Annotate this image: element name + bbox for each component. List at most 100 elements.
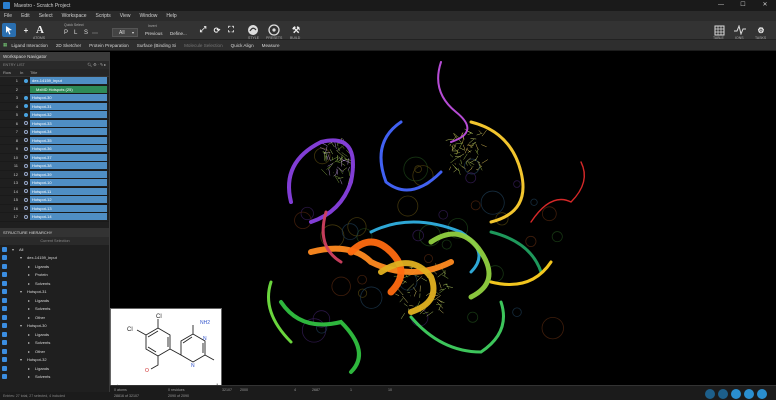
menu-edit[interactable]: Edit: [21, 13, 30, 19]
chevron-right-icon[interactable]: ▸: [28, 315, 30, 320]
menu-view[interactable]: View: [120, 13, 131, 19]
entry-title[interactable]: Hotspot-34: [30, 128, 107, 136]
visibility-checkbox[interactable]: [2, 306, 7, 312]
entry-title[interactable]: Hotspot-33: [30, 119, 107, 127]
presets-icon[interactable]: [267, 23, 281, 37]
entry-row[interactable]: 15 Hotspot-12: [0, 196, 109, 205]
hierarchy-row[interactable]: ▸ Other: [0, 347, 109, 356]
menu-file[interactable]: File: [4, 13, 12, 19]
include-toggle-icon[interactable]: [22, 87, 30, 92]
visibility-checkbox[interactable]: [2, 340, 7, 346]
hierarchy-row[interactable]: ▸ Solvents: [0, 373, 109, 382]
view-mode-icon[interactable]: [705, 389, 715, 399]
quick-select-p[interactable]: P: [64, 30, 68, 36]
include-toggle-icon[interactable]: [22, 214, 30, 219]
chevron-down-icon[interactable]: ▾: [20, 357, 22, 362]
previous-button[interactable]: Previous: [145, 31, 163, 36]
entry-title[interactable]: Hotspot-35: [30, 136, 107, 144]
fav-measure[interactable]: Measure: [262, 43, 280, 48]
entry-row[interactable]: 11 Hotspot-38: [0, 162, 109, 171]
chevron-right-icon[interactable]: ▸: [28, 366, 30, 371]
menu-window[interactable]: Window: [140, 13, 158, 19]
include-toggle-icon[interactable]: [22, 138, 30, 143]
visibility-checkbox[interactable]: [2, 297, 7, 303]
quick-select-more-icon[interactable]: ⋯: [92, 30, 98, 37]
ions-icon[interactable]: [733, 23, 747, 37]
entry-title[interactable]: Hotspot-38: [30, 162, 107, 170]
select-tool-icon[interactable]: [2, 23, 16, 37]
hierarchy-row[interactable]: ▸ Ligands: [0, 262, 109, 271]
hierarchy-row[interactable]: ▸ Other: [0, 313, 109, 322]
hierarchy-row[interactable]: ▸ Solvents: [0, 305, 109, 314]
entry-row[interactable]: 1 dex-14159_input: [0, 77, 109, 86]
current-selection-bar[interactable]: Current Selection: [0, 237, 109, 245]
visibility-checkbox[interactable]: [2, 272, 7, 278]
include-toggle-icon[interactable]: [22, 197, 30, 202]
hierarchy-row[interactable]: ▸ Ligands: [0, 364, 109, 373]
chevron-right-icon[interactable]: ▸: [28, 374, 30, 379]
invert-label[interactable]: Invert: [148, 24, 157, 28]
entry-title[interactable]: Hotspot-31: [30, 102, 107, 110]
table-icon[interactable]: [712, 23, 726, 37]
chevron-down-icon[interactable]: ▾: [12, 247, 14, 252]
visibility-checkbox[interactable]: [2, 357, 7, 363]
hierarchy-row[interactable]: ▾ dex-14159_input: [0, 254, 109, 263]
chevron-right-icon[interactable]: ▸: [28, 281, 30, 286]
col-row[interactable]: Row: [0, 69, 20, 76]
include-toggle-icon[interactable]: [22, 146, 30, 151]
minimize-button[interactable]: —: [710, 0, 732, 11]
entry-row[interactable]: 2 MxMD Hotspots (25): [0, 85, 109, 94]
chevron-right-icon[interactable]: ▸: [28, 264, 30, 269]
favorites-icon[interactable]: ▦: [3, 42, 7, 48]
label-atoms-icon[interactable]: A: [33, 23, 47, 37]
hierarchy-row[interactable]: ▾ Hotspot-31: [0, 288, 109, 297]
visibility-checkbox[interactable]: [2, 280, 7, 286]
visibility-checkbox[interactable]: [2, 314, 7, 320]
entry-title[interactable]: Hotspot-37: [30, 153, 107, 161]
include-toggle-icon[interactable]: [22, 189, 30, 194]
entry-title[interactable]: Hotspot-13: [30, 204, 107, 212]
chevron-right-icon[interactable]: ▸: [28, 298, 30, 303]
include-toggle-icon[interactable]: [22, 95, 30, 100]
visibility-checkbox[interactable]: [2, 323, 7, 329]
fog-icon[interactable]: [744, 389, 754, 399]
include-toggle-icon[interactable]: [22, 163, 30, 168]
chevron-right-icon[interactable]: ▸: [28, 349, 30, 354]
fav-protein-preparation[interactable]: Protein Preparation: [89, 43, 129, 48]
entry-row[interactable]: 6 Hotspot-33: [0, 119, 109, 128]
entry-row[interactable]: 17 Hotspot-14: [0, 213, 109, 222]
include-toggle-icon[interactable]: [22, 104, 30, 109]
entry-title[interactable]: Hotspot-36: [30, 145, 107, 153]
fav-quick-align[interactable]: Quick Align: [231, 43, 254, 48]
entry-title[interactable]: dex-14159_input: [30, 77, 107, 85]
visibility-checkbox[interactable]: [2, 289, 7, 295]
entry-row[interactable]: 5 Hotspot-32: [0, 111, 109, 120]
col-title[interactable]: Title: [30, 69, 40, 76]
build-icon[interactable]: ⚒: [289, 23, 303, 37]
menu-scripts[interactable]: Scripts: [96, 13, 111, 19]
menu-workspace[interactable]: Workspace: [62, 13, 87, 19]
style-icon[interactable]: [246, 23, 260, 37]
include-toggle-icon[interactable]: [22, 121, 30, 126]
entry-title[interactable]: Hotspot-12: [30, 196, 107, 204]
col-in[interactable]: In: [20, 69, 30, 76]
entry-row[interactable]: 9 Hotspot-36: [0, 145, 109, 154]
visibility-checkbox[interactable]: [2, 374, 7, 380]
hierarchy-row[interactable]: ▸ Ligands: [0, 296, 109, 305]
entry-row[interactable]: 4 Hotspot-31: [0, 102, 109, 111]
entry-row[interactable]: 3 Hotspot-30: [0, 94, 109, 103]
visibility-checkbox[interactable]: [2, 331, 7, 337]
fav-2d-sketcher[interactable]: 2D Sketcher: [56, 43, 81, 48]
entry-row[interactable]: 10 Hotspot-37: [0, 153, 109, 162]
visibility-checkbox[interactable]: [2, 255, 7, 261]
include-toggle-icon[interactable]: [22, 129, 30, 134]
quick-select-s[interactable]: S: [84, 30, 88, 36]
chevron-right-icon[interactable]: ▸: [28, 306, 30, 311]
entry-title[interactable]: Hotspot-32: [30, 111, 107, 119]
entry-row[interactable]: 8 Hotspot-35: [0, 136, 109, 145]
include-toggle-icon[interactable]: [22, 155, 30, 160]
quick-select-l[interactable]: L: [74, 30, 77, 36]
entry-row[interactable]: 14 Hotspot-11: [0, 187, 109, 196]
visibility-checkbox[interactable]: [2, 246, 7, 252]
hierarchy-row[interactable]: ▸ Protein: [0, 271, 109, 280]
